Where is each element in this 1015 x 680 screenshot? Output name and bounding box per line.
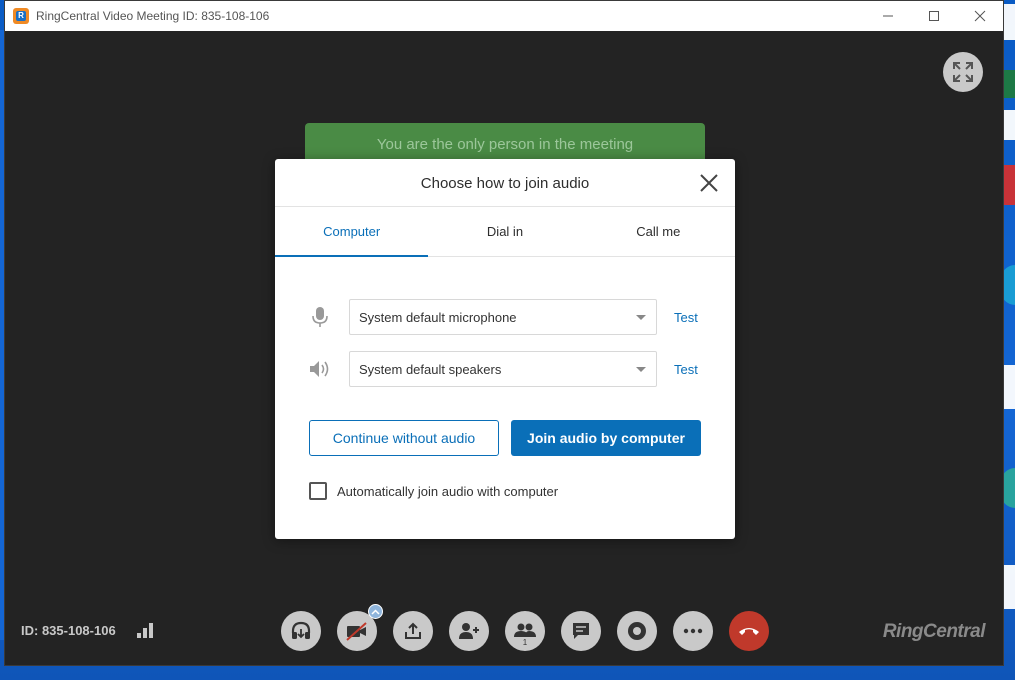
auto-join-option: Automatically join audio with computer	[309, 482, 558, 500]
auto-join-label: Automatically join audio with computer	[337, 483, 559, 499]
chat-button[interactable]	[561, 611, 601, 651]
maximize-button[interactable]	[911, 1, 957, 31]
audio-button[interactable]	[281, 611, 321, 651]
dialog-close-button[interactable]	[699, 173, 719, 193]
join-audio-dialog: Choose how to join audio Computer Dial i…	[275, 159, 735, 539]
chevron-down-icon	[636, 315, 646, 320]
audio-tabs: Computer Dial in Call me	[275, 207, 735, 257]
end-call-button[interactable]	[729, 611, 769, 651]
end-call-icon	[739, 628, 759, 635]
title-bar: R RingCentral Video Meeting ID: 835-108-…	[5, 1, 1003, 31]
microphone-select-value: System default microphone	[359, 309, 517, 325]
video-options-button[interactable]	[368, 604, 383, 619]
tab-dial-in[interactable]: Dial in	[428, 207, 581, 256]
maximize-icon	[929, 11, 939, 21]
speakers-row: System default speakers Test	[305, 351, 705, 387]
meeting-id-label: ID: 835-108-106	[21, 623, 116, 638]
video-button[interactable]	[337, 604, 383, 651]
fullscreen-button[interactable]	[943, 52, 983, 92]
more-icon	[683, 628, 703, 634]
continue-without-audio-button[interactable]: Continue without audio	[309, 420, 499, 456]
test-speakers-link[interactable]: Test	[674, 362, 698, 377]
join-audio-by-computer-button[interactable]: Join audio by computer	[511, 420, 701, 456]
speaker-icon	[305, 351, 335, 387]
window-title: RingCentral Video Meeting ID: 835-108-10…	[36, 9, 270, 23]
share-button[interactable]	[393, 611, 433, 651]
chevron-down-icon	[636, 367, 646, 372]
close-icon	[974, 10, 986, 22]
chevron-up-icon	[371, 608, 380, 615]
minimize-button[interactable]	[865, 1, 911, 31]
test-microphone-link[interactable]: Test	[674, 310, 698, 325]
invite-icon	[459, 623, 479, 639]
meeting-window: R RingCentral Video Meeting ID: 835-108-…	[4, 0, 1004, 666]
tab-computer[interactable]: Computer	[275, 207, 429, 257]
record-button[interactable]	[617, 611, 657, 651]
signal-strength-icon	[137, 622, 153, 638]
share-icon	[405, 622, 421, 639]
chat-icon	[573, 623, 589, 639]
ringcentral-brand-logo: RingCentral	[882, 621, 986, 642]
tab-call-me[interactable]: Call me	[582, 207, 735, 256]
speakers-select[interactable]: System default speakers	[349, 351, 657, 387]
dialog-header: Choose how to join audio	[275, 159, 735, 207]
headphones-icon	[291, 621, 311, 639]
participant-count: 1	[522, 638, 528, 647]
video-off-icon	[346, 622, 367, 641]
meeting-stage: You are the only person in the meeting C…	[5, 31, 1003, 665]
expand-icon	[953, 62, 973, 82]
record-icon	[628, 622, 646, 640]
close-window-button[interactable]	[957, 1, 1003, 31]
window-controls	[865, 1, 1003, 31]
more-button[interactable]	[673, 611, 713, 651]
invite-button[interactable]	[449, 611, 489, 651]
microphone-row: System default microphone Test	[305, 299, 705, 335]
microphone-select[interactable]: System default microphone	[349, 299, 657, 335]
microphone-icon	[305, 299, 335, 335]
auto-join-checkbox[interactable]	[309, 482, 327, 500]
participants-button[interactable]: 1	[505, 611, 545, 651]
speakers-select-value: System default speakers	[359, 361, 502, 377]
minimize-icon	[883, 15, 893, 17]
meeting-toolbar: 1	[281, 604, 769, 651]
close-icon	[700, 174, 718, 192]
dialog-title: Choose how to join audio	[420, 175, 590, 192]
ringcentral-logo-icon: R	[13, 8, 29, 24]
